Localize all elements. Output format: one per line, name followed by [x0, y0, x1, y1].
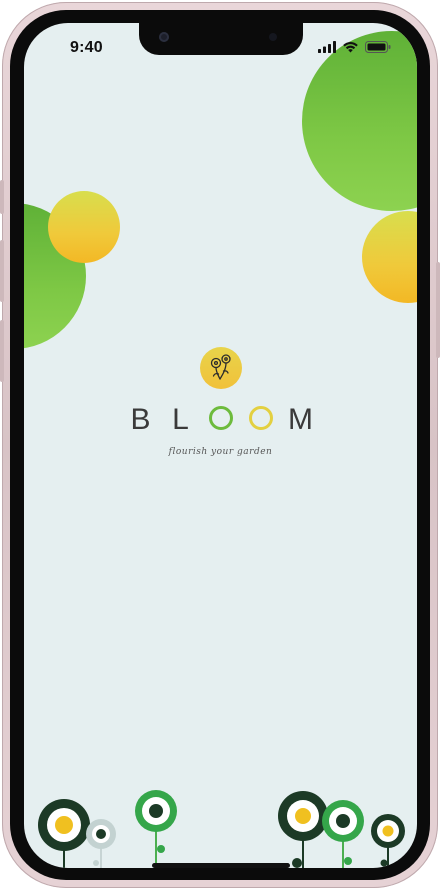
proximity-sensor	[269, 33, 277, 41]
volume-down-button	[0, 320, 4, 382]
home-indicator[interactable]	[152, 863, 290, 868]
splash-screen: 9:40 B L M flourish your garden	[24, 23, 417, 868]
brand-letter-o-green	[201, 403, 241, 437]
decor-flower-gray-small	[86, 819, 116, 868]
brand-letter-o-yellow	[241, 403, 281, 437]
brand-wordmark: BL M	[24, 403, 417, 437]
mute-switch	[0, 180, 4, 214]
decor-flower-dark-small	[371, 814, 405, 868]
battery-icon	[365, 41, 391, 53]
flower-pair-icon	[200, 347, 242, 389]
front-camera	[159, 32, 169, 42]
power-button	[436, 262, 440, 358]
brand-letter-l: L	[172, 403, 189, 436]
cellular-signal-icon	[318, 41, 336, 53]
brand-letter-b: B	[130, 403, 151, 436]
decor-green-circle-top-right	[302, 31, 417, 211]
status-icons	[318, 41, 391, 53]
wifi-icon	[343, 42, 358, 53]
decor-yellow-circle-left	[48, 191, 120, 263]
decor-flower-green-medium	[135, 790, 177, 868]
tagline: flourish your garden	[168, 447, 273, 457]
notch	[139, 23, 303, 55]
brand-letter-m: M	[288, 403, 313, 436]
status-time: 9:40	[70, 39, 103, 56]
volume-up-button	[0, 240, 4, 302]
decor-flower-green-right	[322, 800, 364, 868]
decor-yellow-circle-right	[362, 211, 417, 303]
